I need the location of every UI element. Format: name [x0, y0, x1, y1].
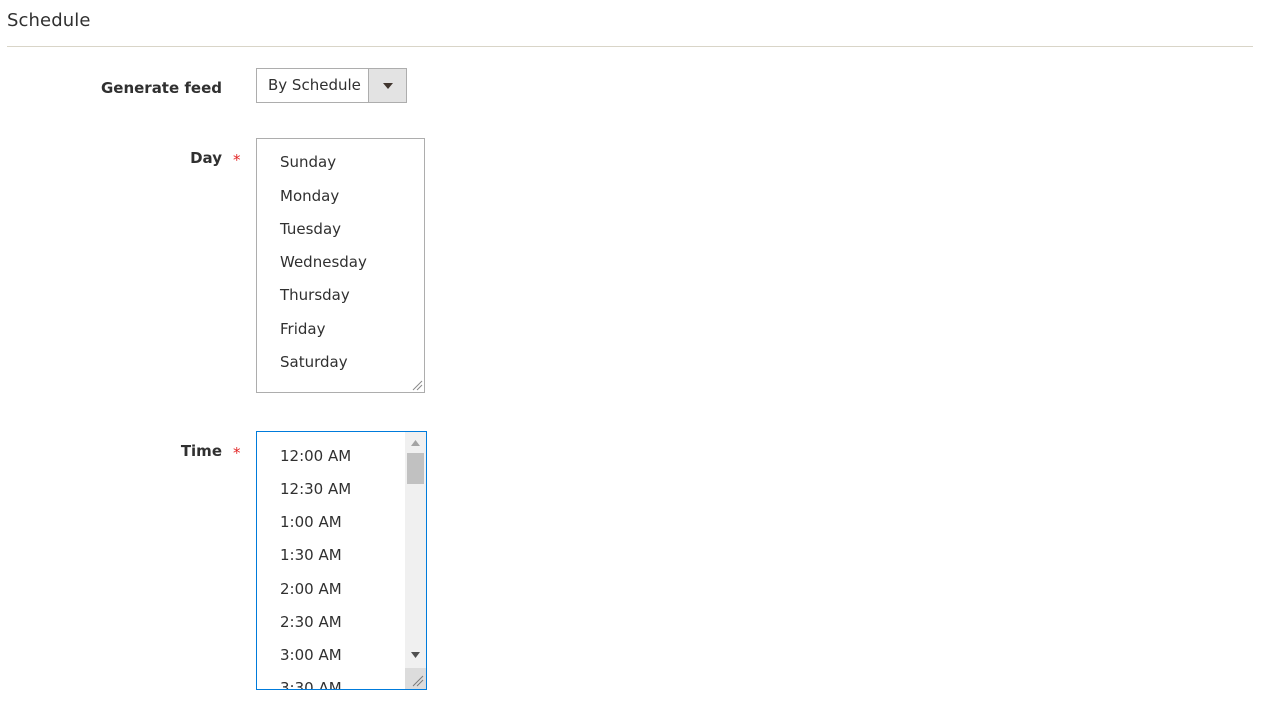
dropdown-arrow-button[interactable]: [368, 69, 406, 102]
chevron-down-icon: [382, 82, 393, 89]
day-option-wednesday[interactable]: Wednesday: [280, 253, 367, 271]
time-option[interactable]: 3:00 AM: [280, 646, 342, 664]
resize-grip-icon[interactable]: [405, 668, 426, 689]
time-option[interactable]: 3:30 AM: [280, 679, 342, 689]
time-option[interactable]: 12:00 AM: [280, 447, 351, 465]
day-option-tuesday[interactable]: Tuesday: [280, 220, 341, 238]
generate-feed-select[interactable]: By Schedule: [256, 68, 407, 103]
generate-feed-label: Generate feed: [100, 79, 222, 97]
time-option[interactable]: 12:30 AM: [280, 480, 351, 498]
day-option-friday[interactable]: Friday: [280, 320, 325, 338]
time-multiselect[interactable]: 12:00 AM 12:30 AM 1:00 AM 1:30 AM 2:00 A…: [256, 431, 427, 690]
day-option-monday[interactable]: Monday: [280, 187, 339, 205]
resize-grip-icon[interactable]: [412, 380, 423, 391]
scroll-up-arrow-icon[interactable]: [410, 439, 421, 447]
day-label: Day: [190, 149, 222, 167]
section-divider: [7, 46, 1253, 47]
generate-feed-selected-value: By Schedule: [268, 76, 361, 94]
scroll-thumb[interactable]: [407, 453, 424, 484]
time-option[interactable]: 1:00 AM: [280, 513, 342, 531]
time-label: Time: [180, 442, 222, 460]
day-multiselect[interactable]: Sunday Monday Tuesday Wednesday Thursday…: [256, 138, 425, 393]
day-option-thursday[interactable]: Thursday: [280, 286, 350, 304]
time-option[interactable]: 2:00 AM: [280, 580, 342, 598]
day-required-mark: *: [233, 151, 241, 169]
day-option-saturday[interactable]: Saturday: [280, 353, 348, 371]
time-scrollbar[interactable]: [405, 432, 426, 689]
time-required-mark: *: [233, 444, 241, 462]
section-title: Schedule: [7, 10, 91, 31]
time-option[interactable]: 2:30 AM: [280, 613, 342, 631]
scroll-down-arrow-icon[interactable]: [410, 651, 421, 659]
day-option-sunday[interactable]: Sunday: [280, 153, 336, 171]
scroll-corner: [405, 668, 426, 689]
schedule-page: Schedule Generate feed By Schedule Day *…: [0, 0, 1266, 707]
time-option[interactable]: 1:30 AM: [280, 546, 342, 564]
